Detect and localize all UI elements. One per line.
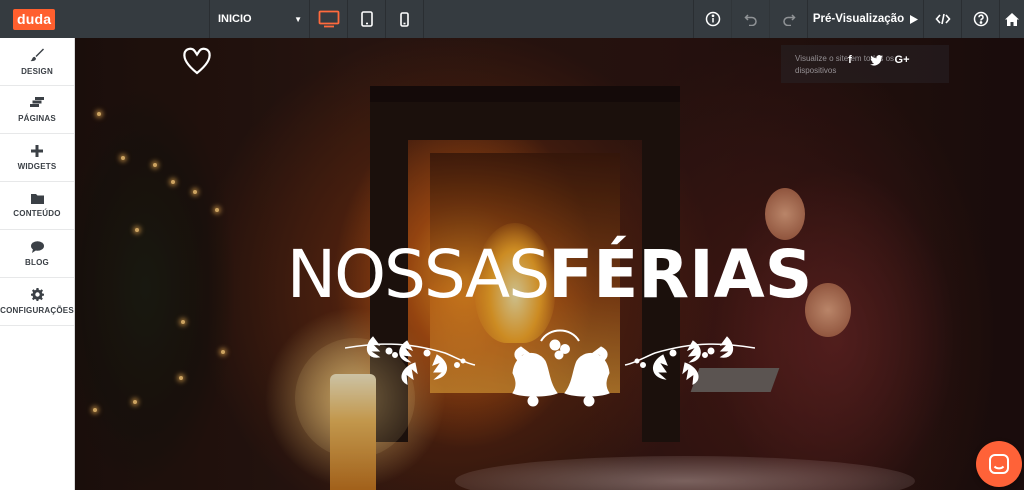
sidebar-item-label: CONFIGURAÇÕES [0,306,74,315]
sidebar-item-content[interactable]: CONTEÚDO [0,182,74,230]
sidebar-item-label: BLOG [25,257,49,267]
duda-logo[interactable]: duda [13,8,56,30]
sidebar-item-settings[interactable]: CONFIGURAÇÕES [0,278,74,326]
social-bar: Visualize o site em todos os dispositivo… [781,45,949,83]
tablet-icon [360,11,373,27]
sidebar-item-pages[interactable]: PÁGINAS [0,86,74,134]
undo-icon [743,14,757,26]
facebook-icon[interactable]: f [843,53,857,67]
gear-icon [30,288,44,301]
sidebar-item-label: PÁGINAS [18,113,56,123]
sidebar-item-label: WIDGETS [17,161,57,171]
sidebar-item-design[interactable]: DESIGN [0,38,74,86]
christmas-bells-ornament-icon [345,329,755,407]
page-selector-value: INICIO [218,13,252,25]
redo-button[interactable] [769,0,807,38]
plus-icon [31,144,43,157]
code-icon [934,13,951,25]
code-button[interactable] [923,0,961,38]
undo-button[interactable] [731,0,769,38]
desktop-icon [318,10,339,28]
top-toolbar: duda INICIO ▼ Pré-Visualização [0,0,1024,38]
page-selector[interactable]: INICIO ▼ [210,0,310,38]
brush-icon [30,48,44,61]
redo-icon [782,14,796,26]
pages-icon [30,96,44,107]
help-button[interactable] [961,0,999,38]
sidebar-item-blog[interactable]: BLOG [0,230,74,278]
sidebar-item-label: DESIGN [21,66,53,76]
chat-icon [989,454,1009,474]
sidebar-item-widgets[interactable]: WIDGETS [0,134,74,182]
headline-light: NOSSAS [286,236,550,313]
speech-bubble-icon [30,240,44,253]
sidebar: DESIGN PÁGINAS WIDGETS CONTEÚDO BLOG CON… [0,38,75,490]
help-icon [973,11,988,27]
play-icon [910,14,919,24]
hero-headline[interactable]: NOSSASFÉRIAS [75,234,1024,315]
home-button[interactable] [999,0,1024,38]
headline-bold: FÉRIAS [548,236,813,313]
twitter-icon[interactable] [869,53,883,67]
preview-button[interactable]: Pré-Visualização [807,0,923,38]
preview-label: Pré-Visualização [812,13,905,25]
logo-area: duda [0,0,210,38]
desktop-view-button[interactable] [310,0,348,38]
info-button[interactable] [693,0,731,38]
folder-icon [30,194,44,204]
site-canvas[interactable]: Visualize o site em todos os dispositivo… [75,38,1024,490]
heart-logo-icon[interactable] [181,44,213,76]
chevron-down-icon: ▼ [294,14,302,24]
tablet-view-button[interactable] [348,0,386,38]
mobile-view-button[interactable] [386,0,424,38]
chat-button[interactable] [976,441,1022,487]
mobile-icon [400,11,409,27]
sidebar-item-label: CONTEÚDO [13,209,61,218]
info-icon [705,11,720,27]
google-plus-icon[interactable]: G+ [895,53,910,67]
home-icon [1005,12,1019,26]
